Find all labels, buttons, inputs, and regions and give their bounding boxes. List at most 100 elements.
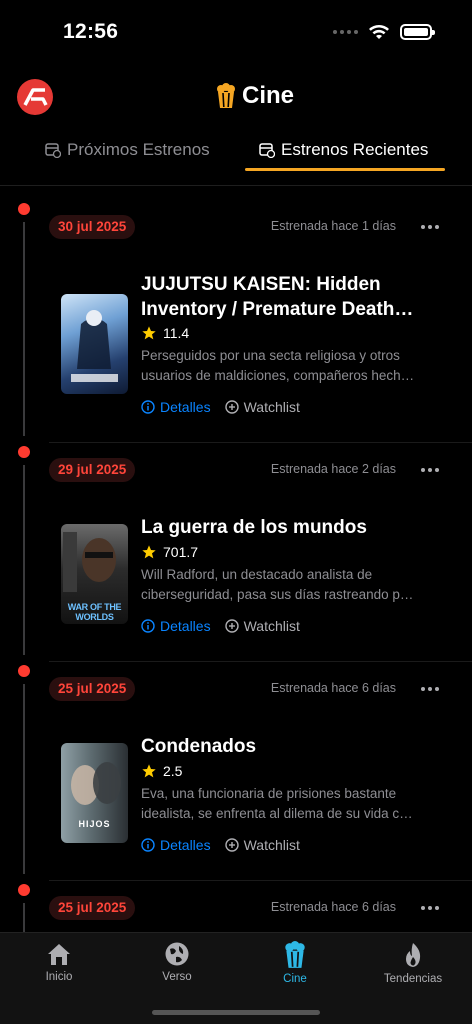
- nav-cine[interactable]: Cine: [236, 941, 354, 985]
- watchlist-button[interactable]: Watchlist: [224, 837, 300, 853]
- star-icon: [142, 326, 156, 340]
- desc-line: ciberseguridad, pasa sus días rastreando…: [141, 587, 414, 602]
- released-ago: Estrenada hace 6 días: [270, 900, 396, 914]
- divider: [49, 442, 472, 443]
- tab-bar: Próximos Estrenos Estrenos Recientes: [0, 130, 472, 186]
- timeline-dot: [18, 665, 30, 677]
- battery-icon: [400, 24, 435, 40]
- plus-circle-icon: [224, 619, 239, 633]
- desc-line: Eva, una funcionaria de prisiones bastan…: [141, 786, 397, 801]
- movie-actions: Detalles Watchlist: [141, 399, 300, 415]
- status-time: 12:56: [63, 20, 119, 43]
- status-icons: [333, 24, 435, 40]
- timeline-line: [23, 465, 25, 655]
- nav-label: Cine: [283, 973, 307, 985]
- more-options-button[interactable]: [421, 225, 439, 229]
- movie-title[interactable]: La guerra de los mundos: [141, 515, 441, 540]
- movie-poster[interactable]: HIJOS: [61, 743, 128, 843]
- home-indicator[interactable]: [152, 1010, 320, 1015]
- timeline-dot: [18, 446, 30, 458]
- watchlist-label: Watchlist: [243, 618, 300, 634]
- release-date-badge: 25 jul 2025: [49, 677, 136, 701]
- globe-icon: [165, 942, 189, 966]
- info-icon: [141, 619, 155, 633]
- flame-icon: [406, 943, 421, 967]
- movie-description: Eva, una funcionaria de prisiones bastan…: [141, 784, 431, 824]
- released-ago: Estrenada hace 6 días: [270, 681, 396, 695]
- rating-value: 2.5: [163, 763, 183, 779]
- nav-tendencias[interactable]: Tendencias: [354, 941, 472, 985]
- desc-line: Perseguidos por una secta religiosa y ot…: [141, 348, 400, 363]
- info-icon: [141, 838, 155, 852]
- desc-line: idealista, se enfrenta al dilema de su v…: [141, 806, 413, 821]
- movie-rating: 2.5: [141, 763, 182, 779]
- movie-actions: Detalles Watchlist: [141, 837, 300, 853]
- poster-title: WAR OF THE WORLDS: [67, 602, 122, 622]
- nav-label: Tendencias: [383, 973, 443, 985]
- tab-label: Estrenos Recientes: [281, 140, 429, 159]
- app-logo-button[interactable]: [17, 79, 53, 115]
- brand: Cine: [216, 82, 294, 110]
- details-button[interactable]: Detalles: [141, 399, 211, 415]
- page-title: Cine: [242, 82, 295, 109]
- status-bar: 12:56: [0, 0, 472, 62]
- details-button[interactable]: Detalles: [141, 837, 211, 853]
- details-button[interactable]: Detalles: [141, 618, 211, 634]
- timeline-dot: [18, 884, 30, 896]
- details-label: Detalles: [160, 618, 211, 634]
- star-icon: [142, 545, 156, 559]
- divider: [49, 661, 472, 662]
- movie-description: Perseguidos por una secta religiosa y ot…: [141, 346, 431, 386]
- release-date-badge: 29 jul 2025: [49, 458, 136, 482]
- watchlist-button[interactable]: Watchlist: [224, 618, 300, 634]
- watchlist-label: Watchlist: [243, 399, 300, 415]
- movie-poster[interactable]: WAR OF THE WORLDS: [61, 524, 128, 624]
- popcorn-icon: [217, 83, 235, 108]
- info-icon: [141, 400, 155, 414]
- rating-value: 11.4: [163, 325, 190, 341]
- desc-line: usuarios de maldiciones, compañeros hech…: [141, 368, 415, 383]
- nav-inicio[interactable]: Inicio: [0, 941, 118, 983]
- signal-icon: [333, 30, 358, 34]
- watchlist-button[interactable]: Watchlist: [224, 399, 300, 415]
- logo-icon: [23, 88, 48, 106]
- movie-title[interactable]: Condenados: [141, 734, 441, 759]
- more-options-button[interactable]: [421, 687, 439, 691]
- movie-title-line: JUJUTSU KAISEN: Hidden: [141, 274, 381, 295]
- desc-line: Will Radford, un destacado analista de: [141, 567, 373, 582]
- release-feed[interactable]: 30 jul 2025 Estrenada hace 1 días JUJUTS…: [0, 186, 472, 932]
- popcorn-icon: [285, 941, 305, 968]
- nav-verso[interactable]: Verso: [118, 941, 236, 983]
- divider: [49, 880, 472, 881]
- calendar-check-icon: [259, 143, 275, 158]
- plus-circle-icon: [224, 838, 239, 852]
- movie-description: Will Radford, un destacado analista de c…: [141, 565, 431, 605]
- tab-proximos-estrenos[interactable]: Próximos Estrenos: [45, 140, 210, 160]
- tab-estrenos-recientes[interactable]: Estrenos Recientes: [259, 140, 428, 160]
- release-date-badge: 30 jul 2025: [49, 215, 136, 239]
- movie-actions: Detalles Watchlist: [141, 618, 300, 634]
- home-icon: [48, 944, 70, 965]
- calendar-clock-icon: [45, 143, 61, 158]
- more-options-button[interactable]: [421, 906, 439, 910]
- movie-title-line: Inventory / Premature Death…: [141, 299, 414, 320]
- movie-title[interactable]: JUJUTSU KAISEN: Hidden Inventory / Prema…: [141, 272, 441, 322]
- nav-label: Inicio: [45, 971, 73, 983]
- nav-label: Verso: [162, 971, 192, 983]
- plus-circle-icon: [224, 400, 239, 414]
- more-options-button[interactable]: [421, 468, 439, 472]
- timeline-line: [23, 684, 25, 874]
- timeline-dot: [18, 203, 30, 215]
- timeline-line: [23, 903, 25, 932]
- details-label: Detalles: [160, 837, 211, 853]
- timeline-line: [23, 222, 25, 436]
- release-date-badge: 25 jul 2025: [49, 896, 136, 920]
- poster-title: HIJOS: [78, 819, 111, 829]
- tab-label: Próximos Estrenos: [67, 140, 210, 159]
- released-ago: Estrenada hace 1 días: [270, 219, 396, 233]
- app-header: Cine: [0, 76, 472, 120]
- poster-art: [71, 310, 118, 382]
- details-label: Detalles: [160, 399, 211, 415]
- movie-poster[interactable]: [61, 294, 128, 394]
- active-tab-indicator: [245, 168, 445, 171]
